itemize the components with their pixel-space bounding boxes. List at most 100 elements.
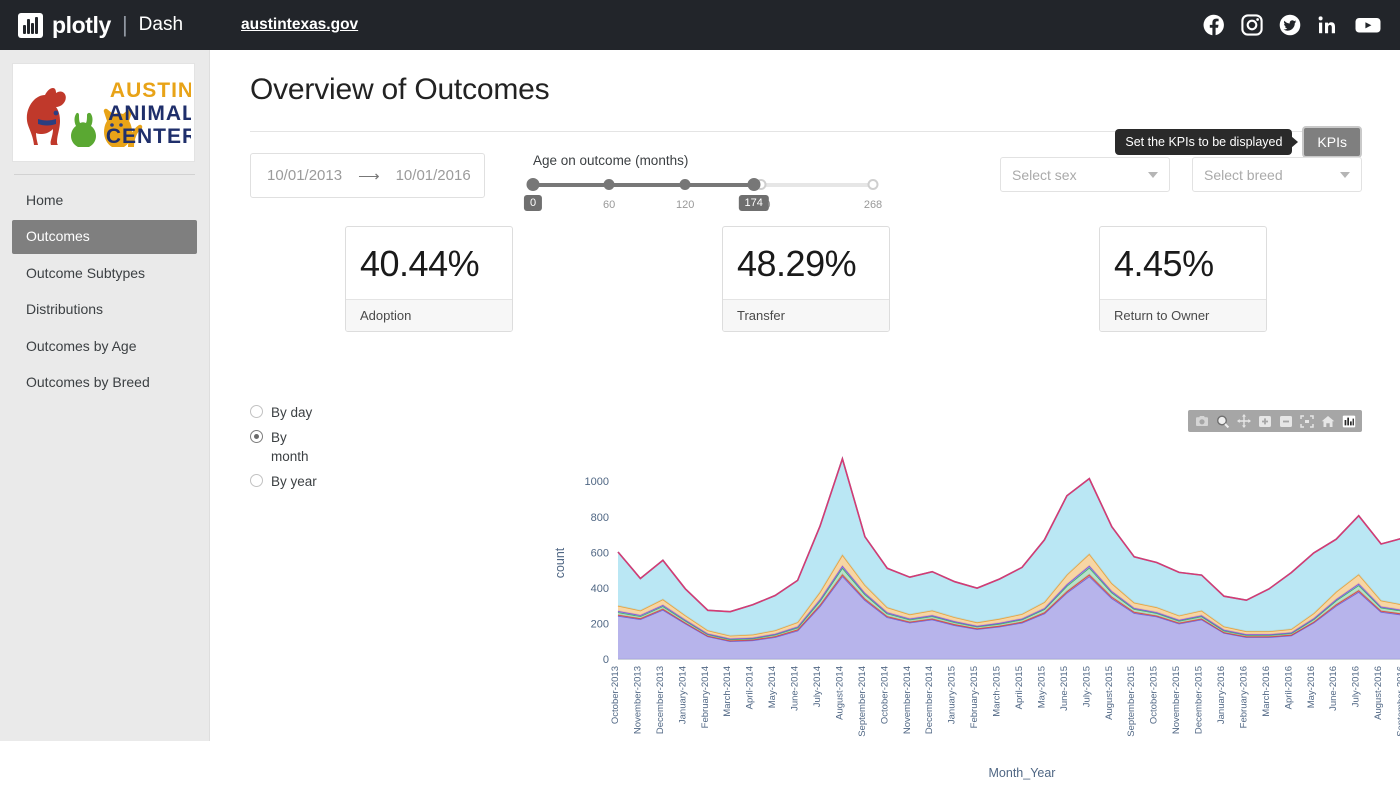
autoscale-icon[interactable] [1298,413,1315,429]
pan-icon[interactable] [1235,413,1252,429]
kpi-tooltip: Set the KPIs to be displayed [1115,129,1293,155]
austintexas-gov-link[interactable]: austintexas.gov [241,16,358,34]
date-range-picker[interactable]: 10/01/2013 ⟶ 10/01/2016 [250,153,485,198]
x-tick-label: April-2014 [745,666,756,709]
instagram-icon[interactable] [1240,13,1264,37]
chevron-down-icon [1340,171,1350,178]
slider-handle-tooltip: 174 [738,195,769,211]
zoom-out-icon[interactable] [1277,413,1294,429]
kpi-label: Return to Owner [1100,299,1266,331]
age-slider-label: Age on outcome (months) [533,153,689,168]
radio-by-year[interactable]: By year [250,472,340,492]
x-tick-label: May-2014 [767,666,778,708]
outcomes-area-chart[interactable]: 0 200 400 600 800 1000 count October-2013 Novemb… [540,445,1400,790]
sidebar-item-outcome-subtypes[interactable]: Outcome Subtypes [12,257,197,290]
kpi-label: Adoption [346,299,512,331]
brand: plotly | Dash [18,12,183,39]
x-tick-label: December-2013 [655,666,666,734]
x-tick-label: June-2015 [1059,666,1070,711]
svg-text:ANIMAL: ANIMAL [108,102,191,125]
x-tick-label: June-2016 [1328,666,1339,711]
x-tick-label: November-2015 [1171,666,1182,734]
x-tick-label: April-2016 [1283,666,1294,709]
svg-text:1000: 1000 [585,476,609,488]
home-icon[interactable] [1319,413,1336,429]
x-tick-label: October-2015 [1149,666,1160,724]
slider-mark-dot[interactable] [867,179,879,190]
x-tick-label: July-2015 [1081,666,1092,707]
x-tick-label: July-2014 [812,666,823,707]
plotly-modebar [1188,410,1362,432]
twitter-icon[interactable] [1278,13,1302,37]
x-tick-label: October-2014 [879,666,890,724]
x-tick-label: September-2015 [1126,666,1137,737]
kpi-card-return-to-owner[interactable]: 4.45% Return to Owner [1099,226,1267,332]
radio-by-month[interactable]: By month [250,428,340,467]
svg-text:800: 800 [591,512,609,524]
x-tick-label: August-2015 [1104,666,1115,720]
dropdown-row: Select sex Select breed [1000,157,1362,192]
kpi-cards: 40.44% Adoption 48.29% Transfer 4.45% Re… [250,226,1362,332]
age-slider-track[interactable]: 0601201802680174 [523,177,882,211]
x-tick-label: November-2014 [902,666,913,734]
top-navbar: plotly | Dash austintexas.gov [0,0,1400,50]
sidebar-item-outcomes-by-breed[interactable]: Outcomes by Breed [12,366,197,399]
kpi-card-adoption[interactable]: 40.44% Adoption [345,226,513,332]
facebook-icon[interactable] [1202,13,1226,37]
age-slider[interactable]: Age on outcome (months) 0601201802680174 [523,153,882,211]
slider-handle[interactable] [526,178,540,191]
y-axis-title: count [553,547,567,578]
plotly-logo-icon [18,12,43,38]
slider-mark-dot[interactable] [603,179,615,190]
date-end-input[interactable]: 10/01/2016 [396,167,471,184]
x-tick-label: May-2015 [1036,666,1047,708]
svg-text:0: 0 [603,654,609,666]
x-tick-label: December-2014 [924,666,935,734]
brand-plotly-text: plotly [52,11,111,38]
youtube-icon[interactable] [1354,13,1382,37]
sidebar-item-outcomes[interactable]: Outcomes [12,220,197,254]
zoom-in-icon[interactable] [1256,413,1273,429]
kpi-value: 4.45% [1114,243,1214,284]
page-title: Overview of Outcomes [250,73,550,106]
brand-separator: | [121,12,128,37]
x-tick-label: February-2016 [1238,666,1249,728]
svg-text:AUSTIN: AUSTIN [110,79,191,102]
x-tick-label: August-2016 [1373,666,1384,720]
x-tick-label: January-2015 [947,666,958,724]
radio-label: By month [271,429,309,465]
x-tick-label: June-2014 [790,666,801,711]
x-tick-label: July-2016 [1351,666,1362,707]
radio-icon[interactable] [250,473,263,487]
x-tick-label: January-2016 [1216,666,1227,724]
x-tick-label: September-2016 [1396,666,1400,737]
linkedin-icon[interactable] [1316,13,1340,37]
slider-fill [533,183,754,187]
select-sex-placeholder: Select sex [1012,166,1077,183]
kpi-value: 40.44% [360,243,480,284]
sidebar: AUSTIN ANIMAL CENTER Home Outcomes Outco… [0,50,210,741]
sidebar-item-outcomes-by-age[interactable]: Outcomes by Age [12,330,197,363]
kpi-card-transfer[interactable]: 48.29% Transfer [722,226,890,332]
x-axis-title: Month_Year [989,766,1056,780]
radio-icon[interactable] [250,405,263,418]
date-start-input[interactable]: 10/01/2013 [267,167,342,184]
svg-text:600: 600 [591,547,609,559]
select-sex-dropdown[interactable]: Select sex [1000,157,1170,192]
plotly-logo-icon[interactable] [1340,413,1357,429]
slider-handle[interactable] [747,178,761,191]
slider-mark-dot[interactable] [679,179,691,190]
radio-icon-selected[interactable] [250,429,263,443]
sidebar-item-home[interactable]: Home [12,184,197,217]
sidebar-item-distributions[interactable]: Distributions [12,293,197,326]
sidebar-divider [14,174,195,175]
chevron-down-icon [1148,171,1158,178]
radio-by-day[interactable]: By day [250,403,340,423]
austin-animal-center-logo: AUSTIN ANIMAL CENTER [12,63,195,162]
x-tick-label: February-2014 [700,666,711,728]
select-breed-dropdown[interactable]: Select breed [1192,157,1362,192]
camera-icon[interactable] [1193,413,1210,429]
slider-mark-label: 120 [676,199,695,211]
kpi-label: Transfer [723,299,889,331]
zoom-select-icon[interactable] [1214,413,1231,429]
